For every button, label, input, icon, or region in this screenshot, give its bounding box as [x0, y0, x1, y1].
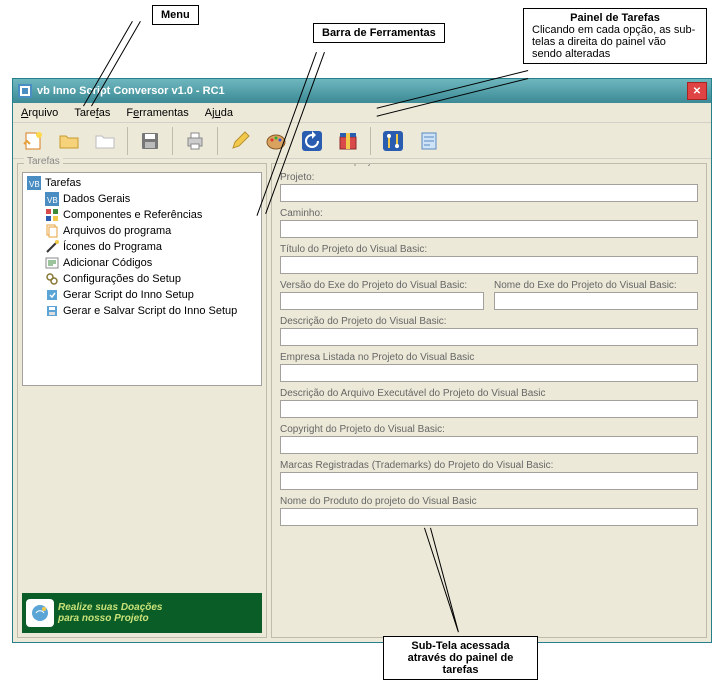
tree-label: Arquivos do programa — [63, 225, 171, 237]
toolbar-separator — [127, 127, 128, 155]
tree-label: Configurações do Setup — [63, 273, 181, 285]
toolbar-script-icon[interactable] — [415, 127, 443, 155]
generate-icon — [45, 288, 59, 302]
callout-toolbar-text: Barra de Ferramentas — [322, 27, 436, 39]
label-marcas: Marcas Registradas (Trademarks) do Proje… — [280, 460, 698, 471]
toolbar — [13, 123, 711, 159]
tree-item-codigos[interactable]: Adicionar Códigos — [43, 255, 259, 271]
tree-label: Gerar e Salvar Script do Inno Setup — [63, 305, 237, 317]
input-versao[interactable] — [280, 292, 484, 310]
input-caminho[interactable] — [280, 220, 698, 238]
input-marcas[interactable] — [280, 472, 698, 490]
tree-item-arquivos[interactable]: Arquivos do programa — [43, 223, 259, 239]
tree-label: Dados Gerais — [63, 193, 130, 205]
label-caminho: Caminho: — [280, 208, 698, 219]
app-window: vb Inno Script Conversor v1.0 - RC1 ✕ Ar… — [12, 78, 712, 643]
tasks-panel-title: Tarefas — [24, 156, 63, 167]
code-icon — [45, 256, 59, 270]
donate-line1: Realize suas Doações — [58, 602, 163, 613]
svg-text:VB: VB — [29, 180, 40, 189]
window-title: vb Inno Script Conversor v1.0 - RC1 — [37, 85, 687, 97]
callout-taskpanel: Painel de Tarefas Clicando em cada opção… — [523, 8, 707, 64]
body-area: Tarefas VB Tarefas VB Dados Gerais Compo… — [13, 159, 711, 642]
tasks-panel: Tarefas VB Tarefas VB Dados Gerais Compo… — [17, 163, 267, 638]
vb-icon: VB — [45, 192, 59, 206]
label-desc-exec: Descrição do Arquivo Executável do Proje… — [280, 388, 698, 399]
generate-save-icon — [45, 304, 59, 318]
menu-tarefas[interactable]: Tarefas — [66, 105, 118, 121]
task-tree: VB Tarefas VB Dados Gerais Componentes e… — [22, 172, 262, 386]
label-projeto: Projeto: — [280, 172, 698, 183]
input-copyright[interactable] — [280, 436, 698, 454]
titlebar: vb Inno Script Conversor v1.0 - RC1 ✕ — [13, 79, 711, 103]
vb-icon: VB — [27, 176, 41, 190]
input-nome-prod[interactable] — [280, 508, 698, 526]
files-icon — [45, 224, 59, 238]
donate-line2: para nosso Projeto — [58, 613, 163, 624]
tree-item-gerar-salvar[interactable]: Gerar e Salvar Script do Inno Setup — [43, 303, 259, 319]
tree-root-label: Tarefas — [45, 177, 81, 189]
toolbar-folder-icon[interactable] — [91, 127, 119, 155]
toolbar-separator — [370, 127, 371, 155]
toolbar-edit-icon[interactable] — [226, 127, 254, 155]
tree-item-gerar[interactable]: Gerar Script do Inno Setup — [43, 287, 259, 303]
svg-text:VB: VB — [47, 196, 58, 205]
tree-label: Ícones do Programa — [63, 241, 162, 253]
tree-item-config[interactable]: Configurações do Setup — [43, 271, 259, 287]
label-nome-exe: Nome do Exe do Projeto do Visual Basic: — [494, 280, 698, 291]
label-nome-prod: Nome do Produto do projeto do Visual Bas… — [280, 496, 698, 507]
tree-label: Componentes e Referências — [63, 209, 202, 221]
toolbar-separator — [217, 127, 218, 155]
callout-toolbar: Barra de Ferramentas — [313, 23, 445, 43]
menu-arquivo[interactable]: Arquivo — [13, 105, 66, 121]
tree-item-componentes[interactable]: Componentes e Referências — [43, 207, 259, 223]
settings-icon — [45, 272, 59, 286]
toolbar-package-icon[interactable] — [334, 127, 362, 155]
toolbar-print-icon[interactable] — [181, 127, 209, 155]
input-descricao[interactable] — [280, 328, 698, 346]
menubar: Arquivo Tarefas Ferramentas Ajuda — [13, 103, 711, 123]
callout-taskpanel-body: Clicando em cada opção, as sub-telas a d… — [532, 24, 695, 60]
label-copyright: Copyright do Projeto do Visual Basic: — [280, 424, 698, 435]
wand-icon — [45, 240, 59, 254]
toolbar-new-icon[interactable] — [19, 127, 47, 155]
tree-item-dados-gerais[interactable]: VB Dados Gerais — [43, 191, 259, 207]
label-versao: Versão do Exe do Projeto do Visual Basic… — [280, 280, 484, 291]
menu-ferramentas[interactable]: Ferramentas — [118, 105, 196, 121]
input-titulo[interactable] — [280, 256, 698, 274]
toolbar-tools-icon[interactable] — [379, 127, 407, 155]
tree-label: Gerar Script do Inno Setup — [63, 289, 194, 301]
callout-subscreen-text: Sub-Tela acessada através do painel de t… — [408, 640, 514, 676]
tree-root[interactable]: VB Tarefas — [25, 175, 259, 191]
label-empresa: Empresa Listada no Projeto do Visual Bas… — [280, 352, 698, 363]
toolbar-save-icon[interactable] — [136, 127, 164, 155]
tree-label: Adicionar Códigos — [63, 257, 152, 269]
input-projeto[interactable] — [280, 184, 698, 202]
form-panel: Dados Geral do projeto do Visual Basic P… — [271, 163, 707, 638]
app-icon — [17, 83, 33, 99]
menu-ajuda[interactable]: Ajuda — [197, 105, 241, 121]
tree-item-icones[interactable]: Ícones do Programa — [43, 239, 259, 255]
label-titulo: Título do Projeto do Visual Basic: — [280, 244, 698, 255]
components-icon — [45, 208, 59, 222]
form-panel-title: Dados Geral do projeto do Visual Basic — [278, 163, 458, 167]
toolbar-refresh-icon[interactable] — [298, 127, 326, 155]
callout-subscreen: Sub-Tela acessada através do painel de t… — [383, 636, 538, 680]
input-desc-exec[interactable] — [280, 400, 698, 418]
donate-banner[interactable]: Realize suas Doações para nosso Projeto — [22, 593, 262, 633]
callout-menu: Menu — [152, 5, 199, 25]
toolbar-open-icon[interactable] — [55, 127, 83, 155]
input-nome-exe[interactable] — [494, 292, 698, 310]
toolbar-palette-icon[interactable] — [262, 127, 290, 155]
close-button[interactable]: ✕ — [687, 82, 707, 100]
donate-icon — [26, 599, 54, 627]
toolbar-separator — [172, 127, 173, 155]
input-empresa[interactable] — [280, 364, 698, 382]
callout-taskpanel-title: Painel de Tarefas — [532, 12, 698, 24]
label-descricao: Descrição do Projeto do Visual Basic: — [280, 316, 698, 327]
